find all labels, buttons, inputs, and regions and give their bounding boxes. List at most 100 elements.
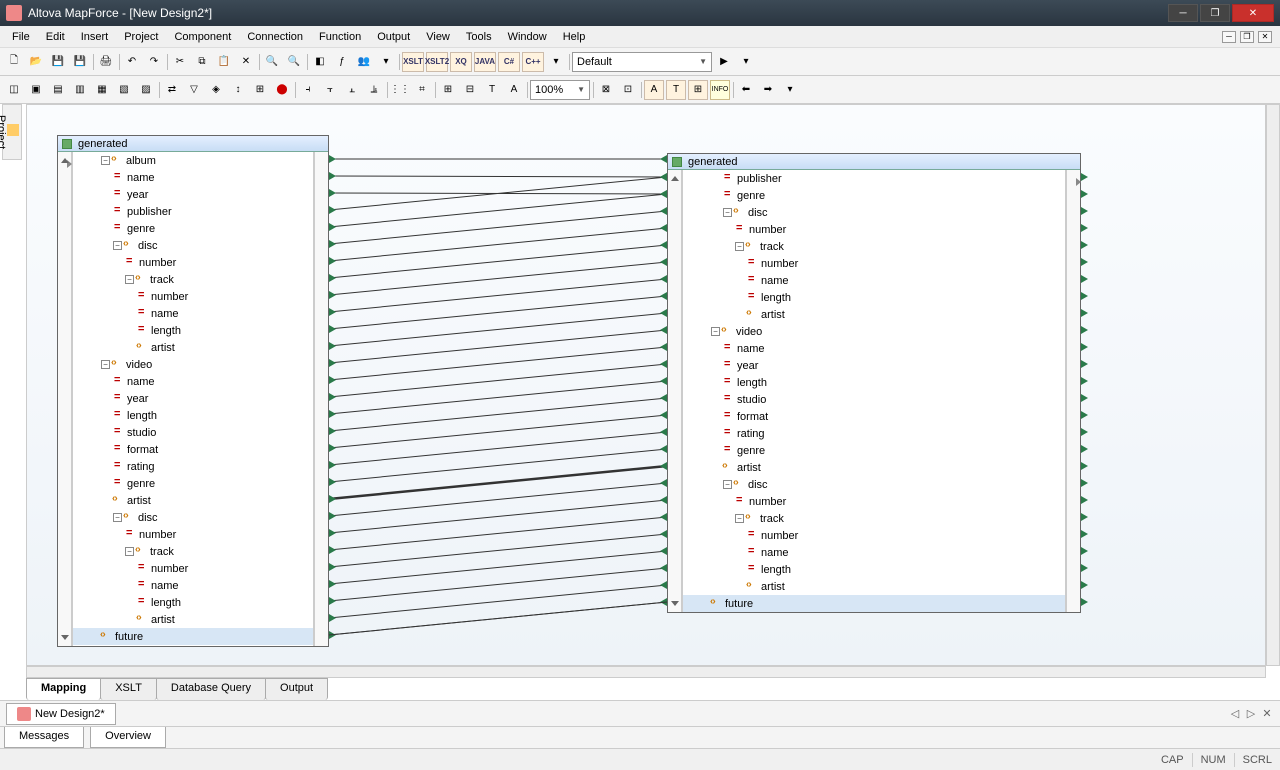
cut-button[interactable]: ✂	[170, 52, 190, 72]
save-button[interactable]: 💾	[48, 52, 68, 72]
toggle-icon[interactable]: −	[113, 513, 122, 522]
project-panel-tab[interactable]: Project	[2, 104, 22, 160]
filter-button[interactable]: ▽	[184, 80, 204, 100]
paste-button[interactable]: 📋	[214, 52, 234, 72]
toggle-icon[interactable]: −	[101, 360, 110, 369]
open-button[interactable]: 📂	[26, 52, 46, 72]
tree-row[interactable]: genre	[683, 442, 1065, 459]
tree-row[interactable]: future	[683, 595, 1065, 612]
tree-row[interactable]: name	[683, 272, 1065, 289]
ifelse-button[interactable]: ◈	[206, 80, 226, 100]
tree-row[interactable]: format	[683, 408, 1065, 425]
toggle-icon[interactable]: −	[125, 547, 134, 556]
user-func-dropdown[interactable]: ▾	[376, 52, 396, 72]
run-button[interactable]: ▶	[714, 52, 734, 72]
tree-row[interactable]: −disc	[73, 509, 313, 526]
back-button[interactable]: ⬅	[736, 80, 756, 100]
toggle-icon[interactable]: −	[101, 156, 110, 165]
align-left-button[interactable]: ⫞	[298, 80, 318, 100]
tree-row[interactable]: number	[73, 560, 313, 577]
insert-text-button[interactable]: ▥	[70, 80, 90, 100]
tree-row[interactable]: length	[683, 289, 1065, 306]
view-info-button[interactable]: INFO	[710, 80, 730, 100]
tree-row[interactable]: future	[73, 628, 313, 645]
csharp-button[interactable]: C#	[498, 52, 520, 72]
print-button[interactable]: 🖨	[96, 52, 116, 72]
minimize-button[interactable]: ─	[1168, 4, 1198, 22]
toggle-icon[interactable]: −	[735, 514, 744, 523]
view-t-button[interactable]: T	[666, 80, 686, 100]
user-func-button[interactable]: 👥	[354, 52, 374, 72]
show-library-button[interactable]: ⊡	[618, 80, 638, 100]
tree-row[interactable]: number	[683, 255, 1065, 272]
tab-nav-next[interactable]: ▷	[1244, 707, 1258, 720]
tree-row[interactable]: −track	[73, 543, 313, 560]
tree-row[interactable]: artist	[683, 578, 1065, 595]
tab-overview[interactable]: Overview	[90, 727, 166, 748]
menu-tools[interactable]: Tools	[458, 29, 500, 45]
tree-row[interactable]: number	[73, 288, 313, 305]
menu-help[interactable]: Help	[555, 29, 594, 45]
tree-row[interactable]: genre	[73, 220, 313, 237]
mdi-close-button[interactable]: ✕	[1258, 31, 1272, 43]
tab-mapping[interactable]: Mapping	[26, 678, 101, 700]
tree-row[interactable]: number	[683, 221, 1065, 238]
default-select[interactable]: Default▼	[572, 52, 712, 72]
tree-row[interactable]: genre	[683, 187, 1065, 204]
xslt2-button[interactable]: XSLT2	[426, 52, 448, 72]
tree-row[interactable]: −disc	[73, 237, 313, 254]
insert-edi-button[interactable]: ▤	[48, 80, 68, 100]
tree-row[interactable]: studio	[73, 424, 313, 441]
toggle-icon[interactable]: −	[711, 327, 720, 336]
tree-row[interactable]: year	[73, 186, 313, 203]
align-bottom-button[interactable]: ⫡	[364, 80, 384, 100]
tree-row[interactable]: artist	[73, 492, 313, 509]
mdi-minimize-button[interactable]: ─	[1222, 31, 1236, 43]
tree-row[interactable]: name	[73, 373, 313, 390]
cpp-button[interactable]: C++	[522, 52, 544, 72]
tab-messages[interactable]: Messages	[4, 727, 84, 748]
horizontal-scrollbar[interactable]	[26, 666, 1266, 678]
java-button[interactable]: JAVA	[474, 52, 496, 72]
menu-component[interactable]: Component	[166, 29, 239, 45]
tree-row[interactable]: publisher	[73, 203, 313, 220]
insert-xml-button[interactable]: ◫	[4, 80, 24, 100]
tree-row[interactable]: length	[683, 374, 1065, 391]
toggle-icon[interactable]: −	[735, 242, 744, 251]
menu-output[interactable]: Output	[369, 29, 418, 45]
menu-view[interactable]: View	[418, 29, 458, 45]
copy-button[interactable]: ⧉	[192, 52, 212, 72]
tree-row[interactable]: publisher	[683, 170, 1065, 187]
view-text-button[interactable]: A	[644, 80, 664, 100]
show-tips-button[interactable]: ⊠	[596, 80, 616, 100]
insert-excel-button[interactable]: ▦	[92, 80, 112, 100]
find-next-button[interactable]: 🔍	[284, 52, 304, 72]
save-all-button[interactable]: 💾	[70, 52, 90, 72]
tree-row[interactable]: year	[683, 357, 1065, 374]
show-annotations-button[interactable]: A	[504, 80, 524, 100]
tree-row[interactable]: artist	[73, 339, 313, 356]
xslt-button[interactable]: XSLT	[402, 52, 424, 72]
menu-edit[interactable]: Edit	[38, 29, 73, 45]
tree-row[interactable]: artist	[683, 306, 1065, 323]
menu-file[interactable]: File	[4, 29, 38, 45]
source-component-header[interactable]: generated	[58, 136, 328, 152]
insert-xbrl-button[interactable]: ▧	[114, 80, 134, 100]
xq-button[interactable]: XQ	[450, 52, 472, 72]
tree-row[interactable]: artist	[73, 611, 313, 628]
menu-insert[interactable]: Insert	[73, 29, 117, 45]
insert-json-button[interactable]: ▨	[136, 80, 156, 100]
view-ann-button[interactable]: ⊞	[688, 80, 708, 100]
target-component[interactable]: generated publishergenre−discnumber−trac…	[667, 153, 1081, 613]
tree-row[interactable]: −disc	[683, 204, 1065, 221]
tree-row[interactable]: name	[73, 305, 313, 322]
tree-row[interactable]: −video	[73, 356, 313, 373]
find-button[interactable]: 🔍	[262, 52, 282, 72]
delete-button[interactable]: ✕	[236, 52, 256, 72]
menu-function[interactable]: Function	[311, 29, 369, 45]
target-component-header[interactable]: generated	[668, 154, 1080, 170]
undo-button[interactable]: ↶	[122, 52, 142, 72]
expand-button[interactable]: ⊞	[438, 80, 458, 100]
tree-row[interactable]: number	[683, 527, 1065, 544]
tree-row[interactable]: number	[683, 493, 1065, 510]
